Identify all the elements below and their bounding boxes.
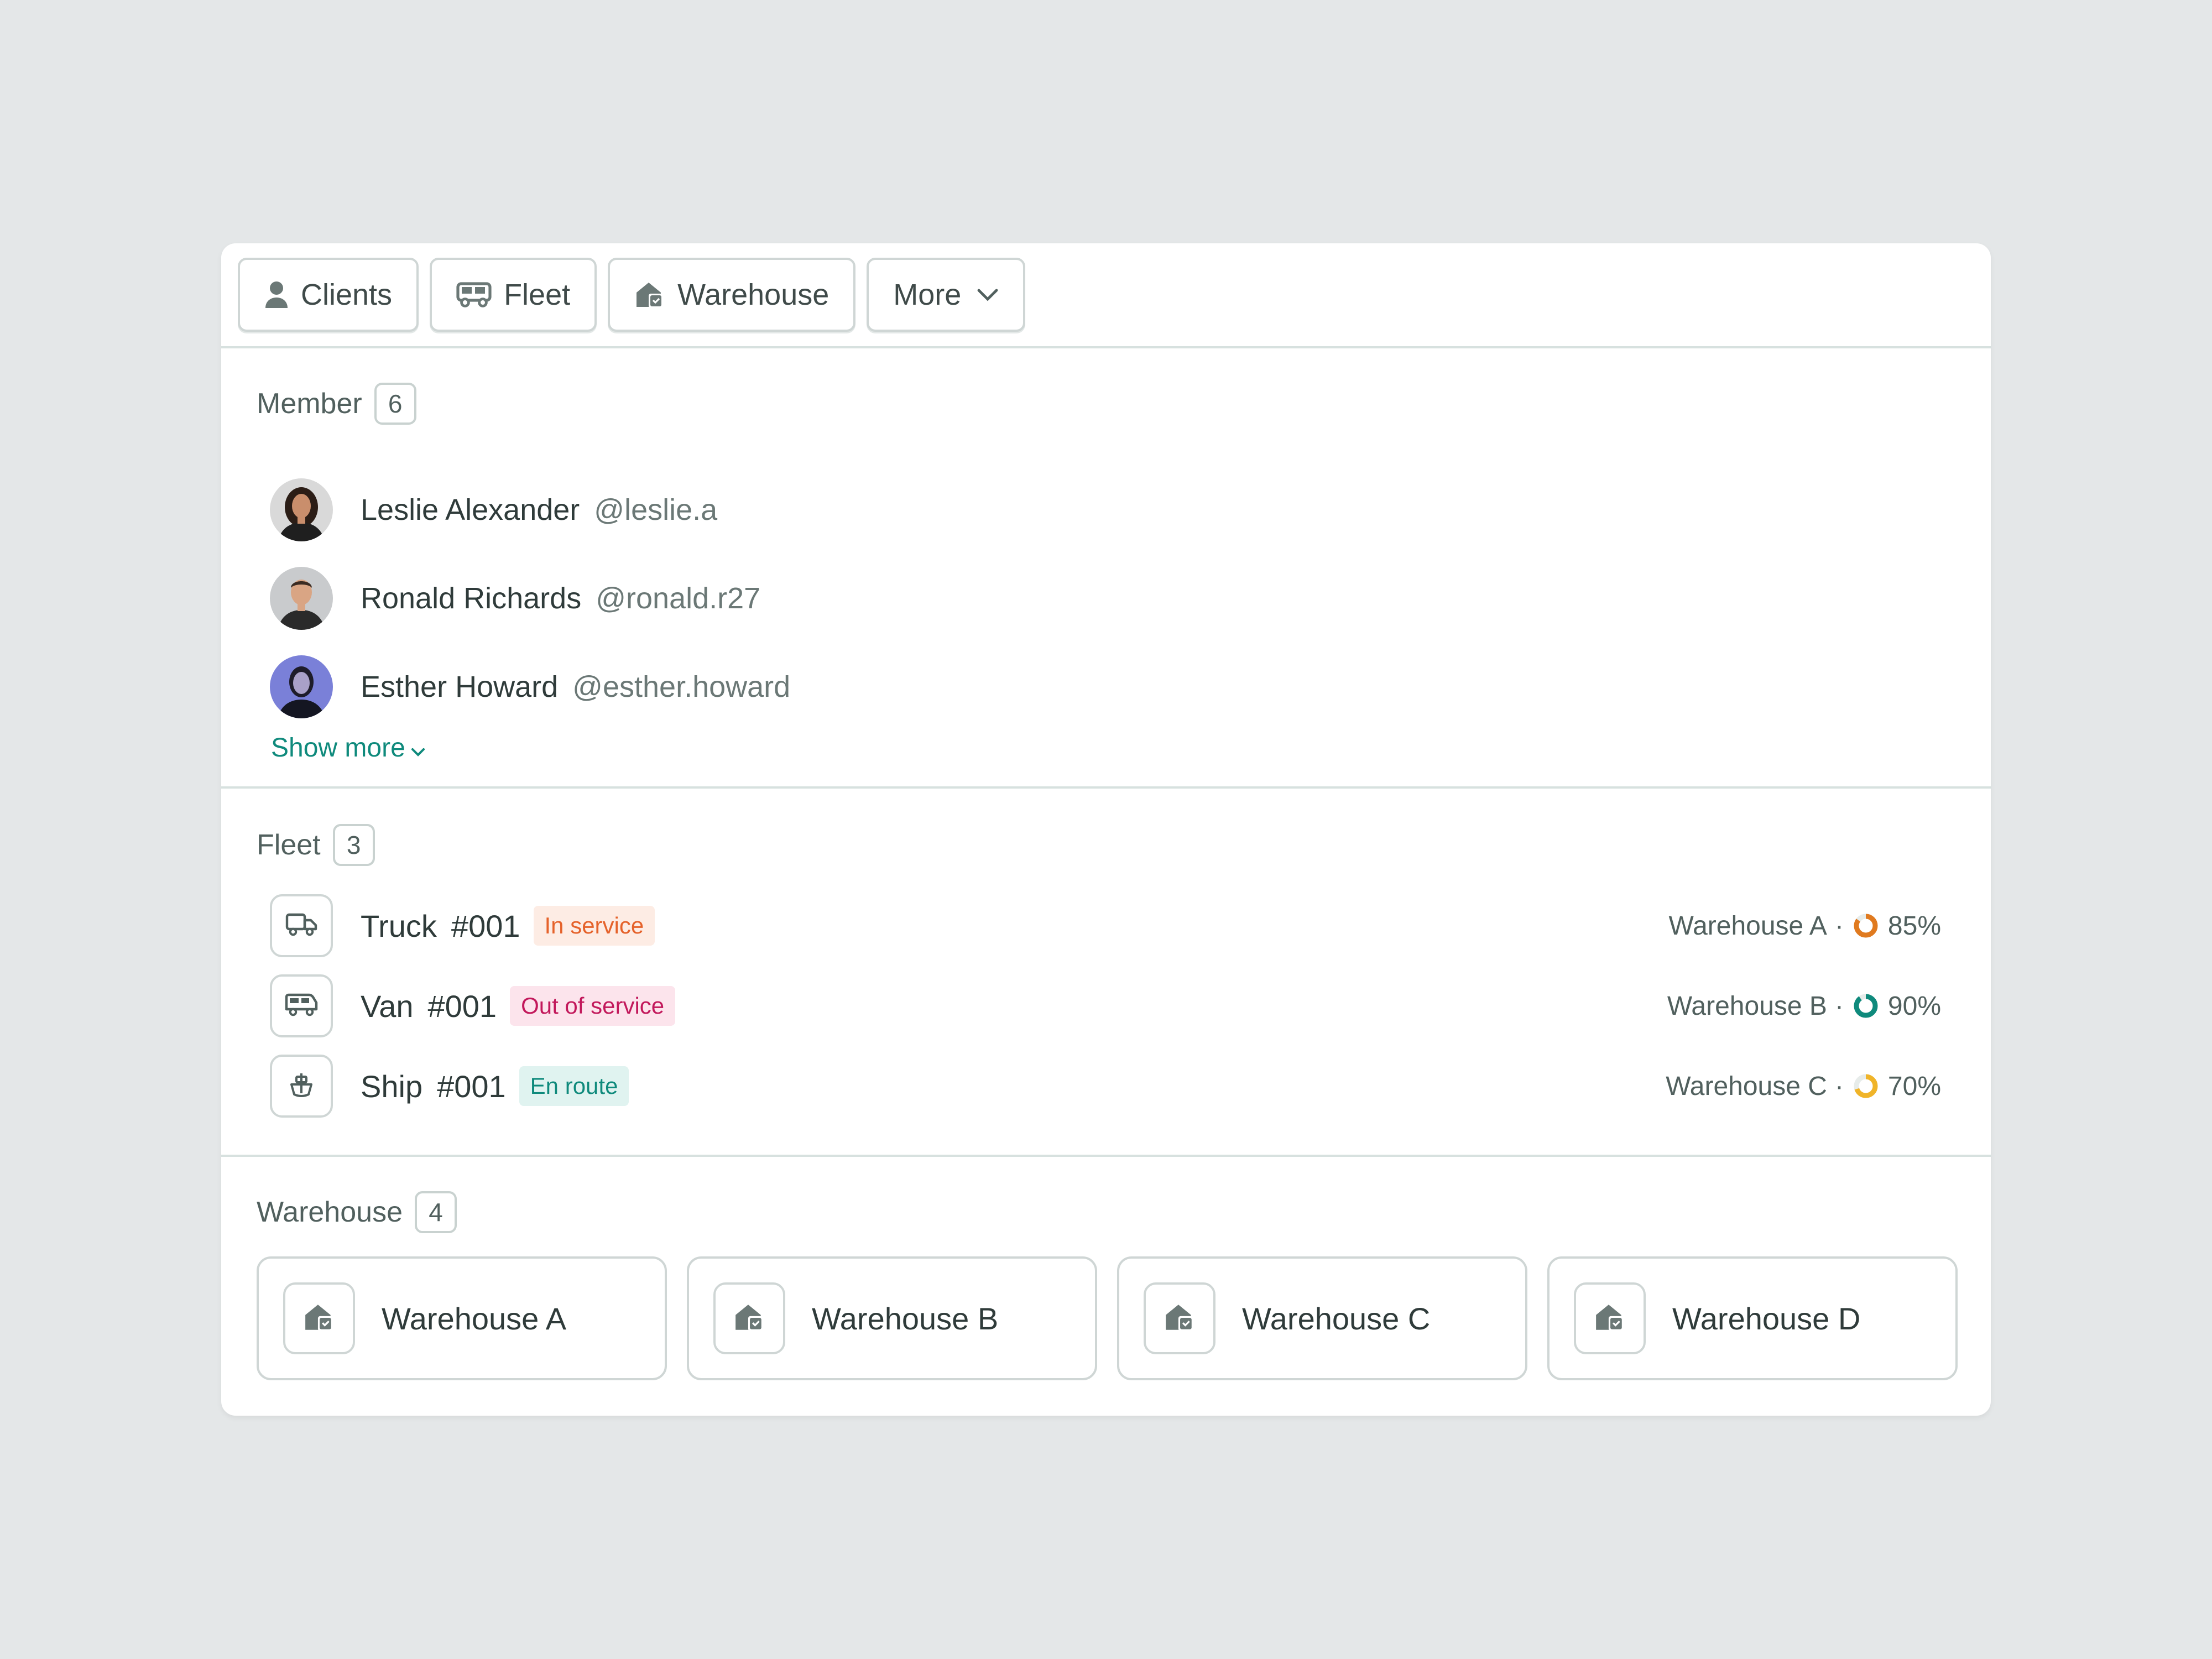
vehicle-name: Ship — [361, 1068, 423, 1104]
warehouse-icon — [303, 1301, 335, 1336]
vehicle-percent: 70% — [1887, 1071, 1941, 1101]
vehicle-number: #001 — [427, 988, 497, 1024]
vehicle-icon-box — [270, 974, 333, 1037]
fleet-section: Fleet 3 Truck #001 In service Warehouse … — [221, 789, 1991, 1157]
tab-fleet[interactable]: Fleet — [430, 258, 597, 332]
progress-ring-icon — [1854, 914, 1878, 938]
tab-warehouse[interactable]: Warehouse — [608, 258, 856, 332]
vehicle-percent: 85% — [1887, 911, 1941, 941]
show-more-link[interactable]: Show more — [271, 733, 425, 763]
warehouse-name: Warehouse A — [382, 1301, 567, 1336]
tab-bar: Clients Fleet Warehouse More — [221, 243, 1991, 348]
warehouse-header: Warehouse 4 — [257, 1191, 457, 1233]
vehicle-name: Truck — [361, 908, 437, 943]
vehicle-warehouse-info: Warehouse C · 70% — [1666, 1071, 1941, 1102]
tab-label: Warehouse — [677, 278, 830, 311]
warehouse-icon-box — [1144, 1282, 1215, 1354]
fleet-count-badge: 3 — [332, 824, 375, 866]
warehouse-icon — [1164, 1301, 1196, 1336]
member-handle: @esther.howard — [572, 670, 791, 703]
member-name: Ronald Richards — [361, 582, 582, 615]
warehouse-icon-box — [1574, 1282, 1646, 1354]
fleet-row[interactable]: Van #001 Out of service Warehouse B · 90… — [270, 974, 1941, 1038]
member-handle: @leslie.a — [594, 493, 718, 526]
vehicle-number: #001 — [451, 908, 520, 943]
members-title: Member — [257, 388, 362, 420]
fleet-row[interactable]: Ship #001 En route Warehouse C · 70% — [270, 1054, 1941, 1118]
tab-label: More — [893, 278, 962, 311]
warehouse-icon — [733, 1301, 765, 1336]
vehicle-icon-box — [270, 1055, 333, 1118]
status-badge: En route — [519, 1066, 629, 1106]
separator-dot: · — [1834, 1071, 1844, 1101]
warehouse-card[interactable]: Warehouse A — [257, 1256, 667, 1380]
vehicle-warehouse-info: Warehouse A · 85% — [1669, 911, 1941, 941]
warehouse-icon-box — [283, 1282, 355, 1354]
warehouse-title: Warehouse — [257, 1196, 403, 1228]
fleet-row[interactable]: Truck #001 In service Warehouse A · 85% — [270, 894, 1941, 958]
member-name: Esther Howard — [361, 670, 559, 703]
separator-dot: · — [1834, 991, 1844, 1021]
ship-icon — [288, 1071, 315, 1102]
separator-dot: · — [1834, 911, 1844, 941]
warehouse-card[interactable]: Warehouse D — [1547, 1256, 1958, 1380]
fleet-header: Fleet 3 — [257, 824, 375, 866]
avatar — [270, 655, 333, 718]
tab-more[interactable]: More — [867, 258, 1026, 332]
warehouse-card[interactable]: Warehouse C — [1117, 1256, 1527, 1380]
bus-icon — [456, 281, 492, 308]
warehouse-name: Warehouse C — [1242, 1301, 1431, 1336]
warehouse-name: Warehouse B — [812, 1301, 999, 1336]
vehicle-percent: 90% — [1887, 991, 1941, 1021]
members-section: Member 6 Leslie Alexander @leslie.a Rona… — [221, 348, 1991, 789]
vehicle-icon-box — [270, 894, 333, 957]
warehouse-count-badge: 4 — [415, 1191, 457, 1233]
status-badge: In service — [533, 906, 655, 946]
warehouse-name: Warehouse D — [1672, 1301, 1861, 1336]
vehicle-warehouse: Warehouse A — [1668, 911, 1827, 941]
tab-label: Clients — [301, 278, 393, 311]
warehouse-icon — [634, 279, 665, 310]
vehicle-name: Van — [361, 988, 414, 1024]
van-icon — [285, 993, 318, 1020]
status-badge: Out of service — [510, 986, 676, 1026]
vehicle-warehouse: Warehouse B — [1667, 991, 1827, 1021]
show-more-label: Show more — [271, 733, 405, 763]
tab-label: Fleet — [504, 278, 571, 311]
progress-ring-icon — [1854, 994, 1878, 1018]
avatar — [270, 478, 333, 541]
progress-ring-icon — [1854, 1074, 1878, 1098]
member-row[interactable]: Ronald Richards @ronald.r27 — [270, 566, 760, 630]
warehouse-icon — [1594, 1301, 1626, 1336]
warehouse-grid: Warehouse A Warehouse B Warehouse C Ware… — [257, 1256, 1958, 1380]
warehouse-icon-box — [713, 1282, 785, 1354]
chevron-down-icon — [411, 733, 425, 763]
truck-icon — [285, 912, 317, 940]
vehicle-warehouse-info: Warehouse B · 90% — [1667, 991, 1941, 1021]
progress-ring-fill — [1854, 994, 1878, 1018]
members-header: Member 6 — [257, 383, 416, 425]
vehicle-number: #001 — [437, 1068, 506, 1104]
user-icon — [264, 280, 289, 309]
overview-card: Clients Fleet Warehouse More Member 6 Le… — [221, 243, 1991, 1416]
member-handle: @ronald.r27 — [596, 582, 761, 615]
chevron-down-icon — [977, 288, 999, 301]
member-name: Leslie Alexander — [361, 493, 580, 526]
members-count-badge: 6 — [374, 383, 416, 425]
tab-clients[interactable]: Clients — [238, 258, 419, 332]
warehouse-card[interactable]: Warehouse B — [687, 1256, 1097, 1380]
avatar — [270, 567, 333, 630]
vehicle-warehouse: Warehouse C — [1666, 1071, 1827, 1101]
warehouse-section: Warehouse 4 Warehouse A Warehouse B Ware… — [221, 1157, 1991, 1416]
fleet-title: Fleet — [257, 829, 321, 861]
member-row[interactable]: Esther Howard @esther.howard — [270, 655, 790, 719]
member-row[interactable]: Leslie Alexander @leslie.a — [270, 478, 717, 542]
